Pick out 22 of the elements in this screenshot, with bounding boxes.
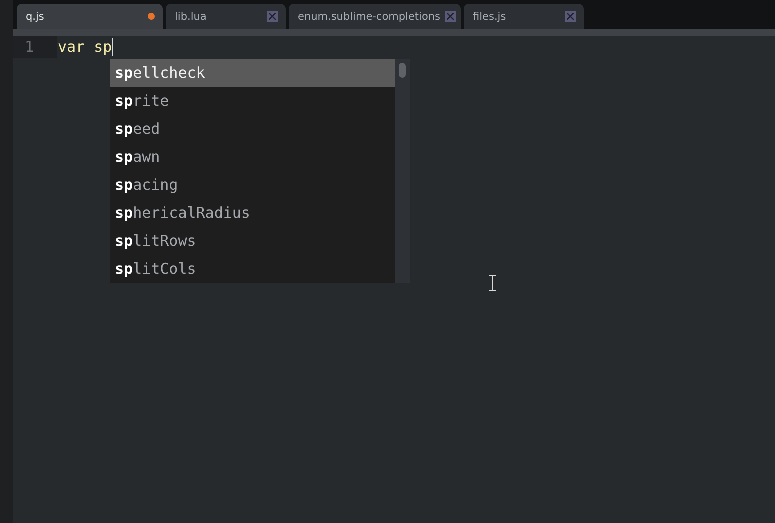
code-line: var sp (57, 38, 112, 56)
completion-item[interactable]: splitCols (110, 255, 395, 283)
completion-item[interactable]: speed (110, 115, 395, 143)
scrollbar-thumb[interactable] (399, 63, 406, 78)
completion-item[interactable]: spawn (110, 143, 395, 171)
completion-item[interactable]: spacing (110, 171, 395, 199)
scrollbar[interactable] (395, 59, 410, 283)
text-cursor-icon (489, 275, 496, 291)
close-icon[interactable] (565, 11, 576, 22)
completion-item[interactable]: spellcheck (110, 59, 395, 87)
close-icon[interactable] (267, 11, 278, 22)
line-number: 1 (13, 36, 57, 58)
editor-tab[interactable]: q.js (17, 4, 163, 29)
close-icon[interactable] (444, 11, 456, 22)
editor-tab[interactable]: lib.lua (166, 4, 286, 29)
editor-tab[interactable]: files.js (464, 4, 584, 29)
editor-tab[interactable]: enum.sublime-completions (289, 4, 461, 29)
completion-item[interactable]: sphericalRadius (110, 199, 395, 227)
completion-item[interactable]: splitRows (110, 227, 395, 255)
text-caret (112, 38, 114, 56)
completion-item[interactable]: sprite (110, 87, 395, 115)
modified-dot-icon (148, 13, 155, 20)
